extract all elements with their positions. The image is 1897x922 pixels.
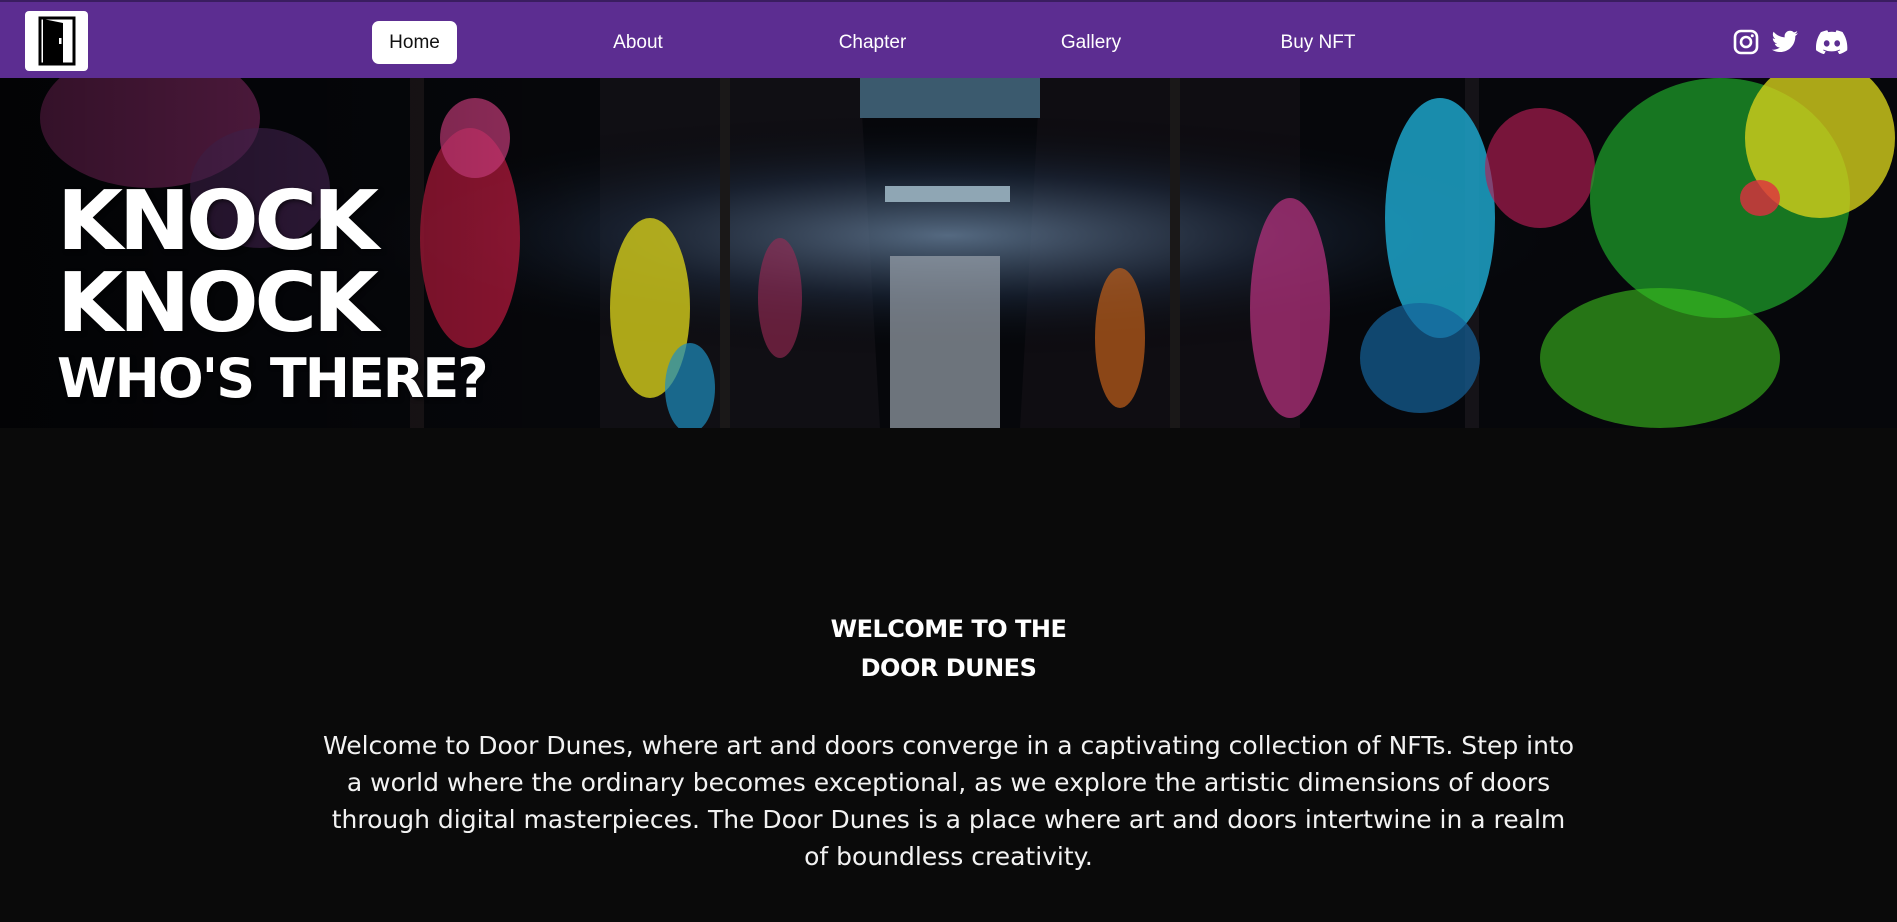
nav-buy-nft[interactable]: Buy NFT: [1270, 21, 1366, 64]
hero-line-knock-1: KNOCK: [57, 174, 379, 269]
welcome-heading-line1: WELCOME TO THE: [830, 615, 1067, 643]
discord-icon: [1816, 30, 1848, 54]
welcome-heading-line2: DOOR DUNES: [860, 654, 1037, 682]
door-icon: [38, 16, 75, 66]
nav-home[interactable]: Home: [372, 21, 457, 64]
welcome-description: Welcome to Door Dunes, where art and doo…: [322, 731, 1575, 871]
twitter-icon: [1771, 30, 1798, 53]
nav-chapter[interactable]: Chapter: [825, 21, 920, 64]
nav-gallery[interactable]: Gallery: [1045, 21, 1137, 64]
hero-banner: KNOCK KNOCK WHO'S THERE?: [0, 78, 1897, 428]
instagram-icon: [1733, 29, 1759, 55]
nav-about[interactable]: About: [598, 21, 678, 64]
twitter-link[interactable]: [1770, 27, 1800, 57]
hero-line-knock-2: KNOCK: [57, 256, 379, 351]
hero-line-whos-there: WHO'S THERE?: [57, 347, 489, 410]
welcome-heading: WELCOME TO THE DOOR DUNES: [0, 610, 1897, 688]
logo[interactable]: [25, 11, 88, 71]
discord-link[interactable]: [1815, 27, 1849, 57]
instagram-link[interactable]: [1731, 27, 1761, 57]
navbar: Home About Chapter Gallery Buy NFT: [0, 0, 1897, 78]
hero-title: KNOCK KNOCK WHO'S THERE?: [57, 181, 489, 411]
